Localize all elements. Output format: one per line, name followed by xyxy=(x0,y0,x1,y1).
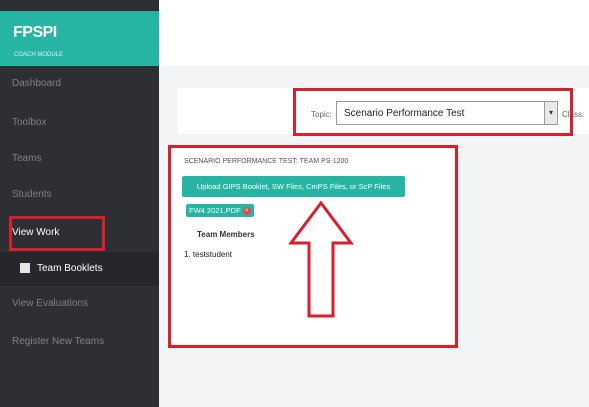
brand-header: FPSPI COACH MODULE xyxy=(0,11,159,66)
checkbox-icon xyxy=(20,263,30,274)
view-work-highlight-box xyxy=(9,216,105,251)
topic-highlight-box xyxy=(293,88,573,136)
brand-title: FPSPI xyxy=(13,24,57,41)
sidebar-item-toolbox[interactable]: Toolbox xyxy=(0,105,159,141)
sidebar-item-students[interactable]: Students xyxy=(0,177,159,213)
up-arrow-icon xyxy=(288,200,354,318)
sidebar-item-dashboard[interactable]: Dashboard xyxy=(0,66,159,102)
sidebar-subitem-label: Team Booklets xyxy=(37,263,103,274)
sidebar-item-register-new-teams[interactable]: Register New Teams xyxy=(0,324,159,360)
sidebar-item-teams[interactable]: Teams xyxy=(0,141,159,177)
brand-subtitle: COACH MODULE xyxy=(14,52,64,58)
sidebar-item-view-evaluations[interactable]: View Evaluations xyxy=(0,286,159,322)
sidebar-subitem-team-booklets[interactable]: Team Booklets xyxy=(0,252,159,286)
